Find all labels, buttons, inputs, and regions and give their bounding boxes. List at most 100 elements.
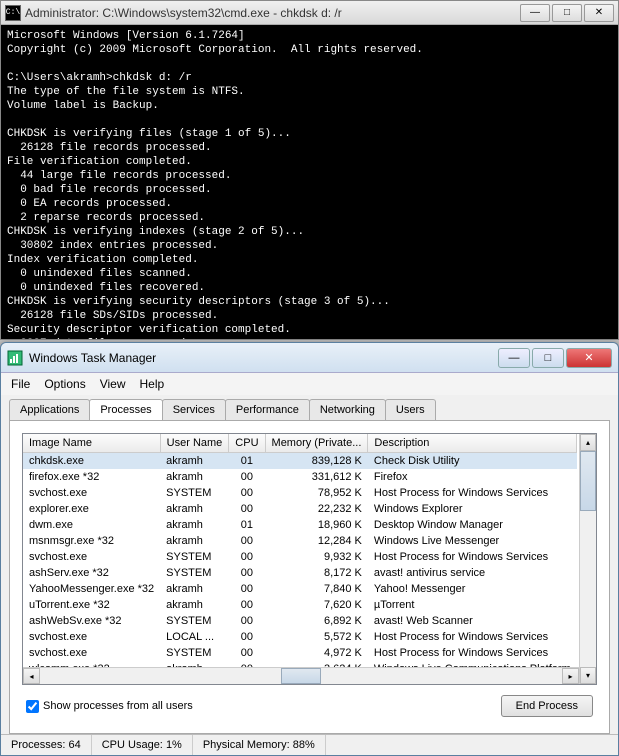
cmd-titlebar[interactable]: C:\ Administrator: C:\Windows\system32\c… bbox=[1, 1, 618, 25]
scroll-down-button[interactable]: ▾ bbox=[580, 667, 596, 684]
cell-img: svchost.exe bbox=[23, 549, 160, 565]
close-button[interactable]: ✕ bbox=[584, 4, 614, 22]
scroll-left-button[interactable]: ◂ bbox=[23, 668, 40, 684]
process-row[interactable]: svchost.exeLOCAL ...005,572 KHost Proces… bbox=[23, 629, 577, 645]
cell-desc: Host Process for Windows Services bbox=[368, 629, 577, 645]
cell-user: akramh bbox=[160, 469, 229, 485]
menu-view[interactable]: View bbox=[100, 377, 126, 391]
cell-img: msnmsgr.exe *32 bbox=[23, 533, 160, 549]
tm-tabs: ApplicationsProcessesServicesPerformance… bbox=[1, 395, 618, 420]
column-header[interactable]: Image Name bbox=[23, 434, 160, 453]
tm-title: Windows Task Manager bbox=[29, 351, 498, 365]
column-header[interactable]: Memory (Private... bbox=[265, 434, 368, 453]
column-header[interactable]: CPU bbox=[229, 434, 265, 453]
horizontal-scrollbar[interactable]: ◂ ▸ bbox=[23, 667, 579, 684]
process-row[interactable]: ashServ.exe *32SYSTEM008,172 Kavast! ant… bbox=[23, 565, 577, 581]
tab-performance[interactable]: Performance bbox=[225, 399, 310, 420]
cell-mem: 6,892 K bbox=[265, 613, 368, 629]
vertical-scrollbar[interactable]: ▴ ▾ bbox=[579, 434, 596, 684]
maximize-button[interactable]: □ bbox=[532, 348, 564, 368]
process-row[interactable]: YahooMessenger.exe *32akramh007,840 KYah… bbox=[23, 581, 577, 597]
cell-cpu: 00 bbox=[229, 469, 265, 485]
cell-cpu: 00 bbox=[229, 629, 265, 645]
cell-user: SYSTEM bbox=[160, 549, 229, 565]
show-all-label: Show processes from all users bbox=[43, 700, 193, 712]
status-processes: Processes: 64 bbox=[1, 735, 92, 755]
cell-mem: 331,612 K bbox=[265, 469, 368, 485]
cell-desc: Check Disk Utility bbox=[368, 453, 577, 470]
cell-mem: 7,840 K bbox=[265, 581, 368, 597]
end-process-button[interactable]: End Process bbox=[501, 695, 593, 717]
process-row[interactable]: svchost.exeSYSTEM009,932 KHost Process f… bbox=[23, 549, 577, 565]
cmd-output: Microsoft Windows [Version 6.1.7264] Cop… bbox=[1, 25, 618, 339]
cmd-window: C:\ Administrator: C:\Windows\system32\c… bbox=[0, 0, 619, 340]
status-memory: Physical Memory: 88% bbox=[193, 735, 326, 755]
menu-help[interactable]: Help bbox=[140, 377, 165, 391]
process-row[interactable]: explorer.exeakramh0022,232 KWindows Expl… bbox=[23, 501, 577, 517]
cell-img: ashWebSv.exe *32 bbox=[23, 613, 160, 629]
process-row[interactable]: dwm.exeakramh0118,960 KDesktop Window Ma… bbox=[23, 517, 577, 533]
cell-mem: 7,620 K bbox=[265, 597, 368, 613]
cell-cpu: 00 bbox=[229, 501, 265, 517]
process-table-container: Image NameUser NameCPUMemory (Private...… bbox=[22, 433, 597, 685]
cell-cpu: 00 bbox=[229, 613, 265, 629]
status-cpu: CPU Usage: 1% bbox=[92, 735, 193, 755]
process-row[interactable]: svchost.exeSYSTEM004,972 KHost Process f… bbox=[23, 645, 577, 661]
process-row[interactable]: chkdsk.exeakramh01839,128 KCheck Disk Ut… bbox=[23, 453, 577, 470]
cell-desc: µTorrent bbox=[368, 597, 577, 613]
process-row[interactable]: ashWebSv.exe *32SYSTEM006,892 Kavast! We… bbox=[23, 613, 577, 629]
maximize-button[interactable]: □ bbox=[552, 4, 582, 22]
tab-applications[interactable]: Applications bbox=[9, 399, 90, 420]
scroll-thumb[interactable] bbox=[580, 451, 596, 511]
cell-img: explorer.exe bbox=[23, 501, 160, 517]
cell-user: SYSTEM bbox=[160, 485, 229, 501]
tab-services[interactable]: Services bbox=[162, 399, 226, 420]
cell-mem: 8,172 K bbox=[265, 565, 368, 581]
cell-mem: 4,972 K bbox=[265, 645, 368, 661]
menu-options[interactable]: Options bbox=[44, 377, 85, 391]
process-row[interactable]: firefox.exe *32akramh00331,612 KFirefox bbox=[23, 469, 577, 485]
tab-processes[interactable]: Processes bbox=[89, 399, 162, 420]
column-header[interactable]: Description bbox=[368, 434, 577, 453]
cell-user: akramh bbox=[160, 597, 229, 613]
cell-desc: Host Process for Windows Services bbox=[368, 645, 577, 661]
process-row[interactable]: svchost.exeSYSTEM0078,952 KHost Process … bbox=[23, 485, 577, 501]
tm-processes-panel: Image NameUser NameCPUMemory (Private...… bbox=[9, 420, 610, 734]
cell-user: SYSTEM bbox=[160, 613, 229, 629]
close-button[interactable]: ✕ bbox=[566, 348, 612, 368]
cell-mem: 18,960 K bbox=[265, 517, 368, 533]
tab-networking[interactable]: Networking bbox=[309, 399, 386, 420]
scroll-right-button[interactable]: ▸ bbox=[562, 668, 579, 684]
scroll-up-button[interactable]: ▴ bbox=[580, 434, 596, 451]
cell-cpu: 00 bbox=[229, 533, 265, 549]
column-header[interactable]: User Name bbox=[160, 434, 229, 453]
cmd-title: Administrator: C:\Windows\system32\cmd.e… bbox=[25, 6, 520, 20]
cell-img: chkdsk.exe bbox=[23, 453, 160, 470]
cell-desc: Windows Live Messenger bbox=[368, 533, 577, 549]
tm-bottom-bar: Show processes from all users End Proces… bbox=[22, 685, 597, 721]
show-all-checkbox-input[interactable] bbox=[26, 700, 39, 713]
menu-file[interactable]: File bbox=[11, 377, 30, 391]
cell-desc: Host Process for Windows Services bbox=[368, 485, 577, 501]
cell-img: svchost.exe bbox=[23, 645, 160, 661]
cell-desc: Firefox bbox=[368, 469, 577, 485]
tm-titlebar[interactable]: Windows Task Manager — □ ✕ bbox=[1, 343, 618, 373]
minimize-button[interactable]: — bbox=[520, 4, 550, 22]
cell-desc: Host Process for Windows Services bbox=[368, 549, 577, 565]
tab-users[interactable]: Users bbox=[385, 399, 436, 420]
cell-desc: Yahoo! Messenger bbox=[368, 581, 577, 597]
cell-cpu: 00 bbox=[229, 549, 265, 565]
process-row[interactable]: msnmsgr.exe *32akramh0012,284 KWindows L… bbox=[23, 533, 577, 549]
cell-img: dwm.exe bbox=[23, 517, 160, 533]
minimize-button[interactable]: — bbox=[498, 348, 530, 368]
cmd-icon: C:\ bbox=[5, 5, 21, 21]
show-all-users-checkbox[interactable]: Show processes from all users bbox=[26, 700, 193, 713]
cell-user: LOCAL ... bbox=[160, 629, 229, 645]
cell-user: akramh bbox=[160, 453, 229, 470]
cell-img: YahooMessenger.exe *32 bbox=[23, 581, 160, 597]
process-row[interactable]: uTorrent.exe *32akramh007,620 KµTorrent bbox=[23, 597, 577, 613]
cell-img: firefox.exe *32 bbox=[23, 469, 160, 485]
scroll-thumb[interactable] bbox=[281, 668, 321, 684]
cell-user: akramh bbox=[160, 517, 229, 533]
cell-cpu: 00 bbox=[229, 597, 265, 613]
